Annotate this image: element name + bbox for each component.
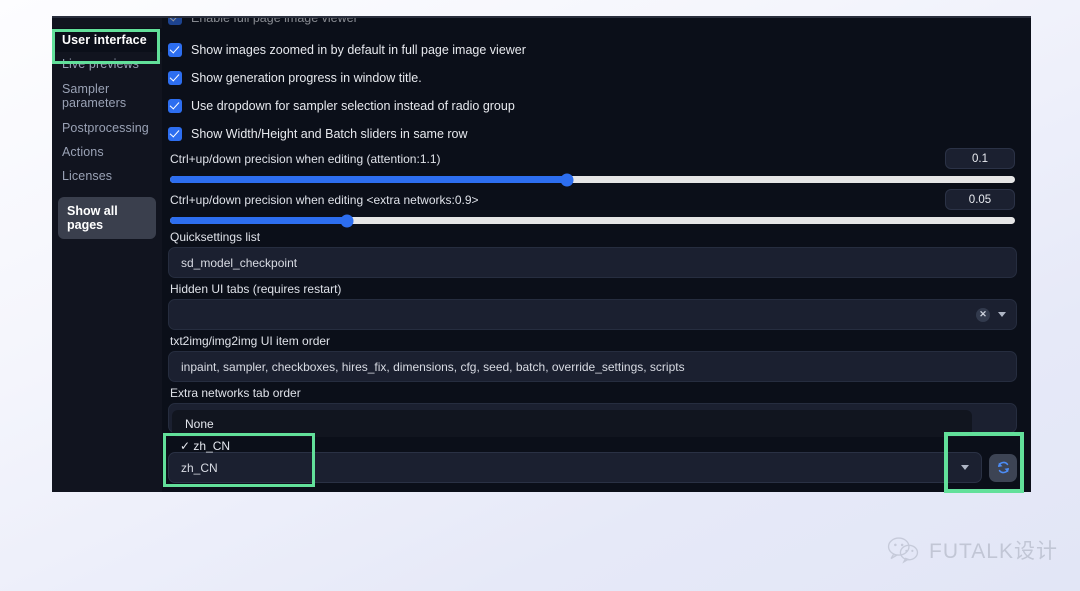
sidebar-item-label: Postprocessing <box>62 120 149 135</box>
show-all-pages-label: Show all pages <box>67 203 118 232</box>
slider-value-input[interactable]: 0.1 <box>945 148 1015 169</box>
slider-value-input[interactable]: 0.05 <box>945 189 1015 210</box>
dropdown-option-label: zh_CN <box>193 439 231 453</box>
extra-networks-label: Extra networks tab order <box>170 386 301 400</box>
watermark: FUTALK设计 <box>886 535 1058 565</box>
sidebar-item-label: Sampler parameters <box>62 81 127 111</box>
checkbox-row-show-width-height-batch[interactable]: Show Width/Height and Batch sliders in s… <box>168 120 1017 148</box>
refresh-icon <box>997 461 1009 474</box>
settings-content: Enable full page image viewer Show image… <box>162 18 1031 492</box>
checkbox-label: Enable full page image viewer <box>191 16 358 25</box>
hidden-ui-tabs-input[interactable]: ✕ <box>168 299 1017 330</box>
quicksettings-input[interactable]: sd_model_checkpoint <box>168 247 1017 278</box>
extra-networks-dropdown-wrap[interactable]: None ✓ zh_CN <box>168 403 1017 453</box>
item-order-value: inpaint, sampler, checkboxes, hires_fix,… <box>181 359 685 374</box>
sidebar-item-label: User interface <box>62 33 147 47</box>
checkbox-row-show-images-zoomed[interactable]: Show images zoomed in by default in full… <box>168 36 1017 64</box>
wechat-icon <box>887 537 919 564</box>
chevron-down-icon[interactable] <box>961 465 969 470</box>
slider-fill <box>170 217 348 224</box>
localization-dropdown-list[interactable]: None <box>172 410 972 437</box>
dropdown-option-label: None <box>185 417 214 431</box>
checkbox-icon[interactable] <box>168 127 182 141</box>
slider-track[interactable] <box>170 214 1015 227</box>
checkbox-label: Show images zoomed in by default in full… <box>191 43 526 57</box>
item-order-input[interactable]: inpaint, sampler, checkboxes, hires_fix,… <box>168 351 1017 382</box>
checkbox-row-show-generation-progress[interactable]: Show generation progress in window title… <box>168 64 1017 92</box>
settings-sidebar: User interface Live previews Sampler par… <box>52 18 162 492</box>
slider-label: Ctrl+up/down precision when editing <ext… <box>170 193 479 207</box>
checkbox-label: Show Width/Height and Batch sliders in s… <box>191 127 468 141</box>
slider-attention-precision[interactable]: Ctrl+up/down precision when editing (att… <box>168 148 1017 186</box>
sidebar-item-label: Actions <box>62 144 104 159</box>
slider-track[interactable] <box>170 173 1015 186</box>
sidebar-item-postprocessing[interactable]: Postprocessing <box>52 116 162 140</box>
slider-extra-networks-precision[interactable]: Ctrl+up/down precision when editing <ext… <box>168 189 1017 227</box>
slider-handle[interactable] <box>560 173 574 186</box>
sidebar-item-label: Live previews <box>62 57 140 72</box>
sidebar-item-actions[interactable]: Actions <box>52 140 162 164</box>
sidebar-item-label: Licenses <box>62 169 113 184</box>
checkbox-label: Use dropdown for sampler selection inste… <box>191 99 515 113</box>
check-icon: ✓ <box>180 439 191 453</box>
localization-selected-value: zh_CN <box>181 460 218 475</box>
sidebar-item-user-interface[interactable]: User interface <box>52 28 162 53</box>
quicksettings-value: sd_model_checkpoint <box>181 255 298 270</box>
checkbox-row-enable-full-page-image-viewer[interactable]: Enable full page image viewer <box>168 16 358 25</box>
slider-label: Ctrl+up/down precision when editing (att… <box>170 152 441 166</box>
sidebar-item-licenses[interactable]: Licenses <box>52 164 162 188</box>
sidebar-item-sampler-parameters[interactable]: Sampler parameters <box>52 77 162 116</box>
hidden-ui-tabs-label: Hidden UI tabs (requires restart) <box>170 282 342 296</box>
settings-panel: User interface Live previews Sampler par… <box>52 16 1031 492</box>
checkbox-label: Show generation progress in window title… <box>191 71 422 85</box>
checkbox-row-use-dropdown-sampler[interactable]: Use dropdown for sampler selection inste… <box>168 92 1017 120</box>
slider-fill <box>170 176 568 183</box>
chevron-down-icon[interactable] <box>998 312 1006 317</box>
quicksettings-label: Quicksettings list <box>170 230 261 244</box>
dropdown-option-none[interactable]: None <box>172 413 972 435</box>
show-all-pages-button[interactable]: Show all pages <box>58 196 156 239</box>
checkbox-icon[interactable] <box>168 71 182 85</box>
checkbox-icon[interactable] <box>168 18 182 25</box>
refresh-button[interactable] <box>989 453 1017 482</box>
sidebar-item-live-previews[interactable]: Live previews <box>52 52 162 76</box>
x-circle-icon[interactable]: ✕ <box>976 307 990 322</box>
watermark-text: FUTALK设计 <box>929 540 1058 563</box>
checkbox-icon[interactable] <box>168 99 182 113</box>
slider-handle[interactable] <box>340 214 354 227</box>
item-order-label: txt2img/img2img UI item order <box>170 334 331 348</box>
checkbox-icon[interactable] <box>168 43 182 57</box>
dropdown-option-zh-cn[interactable]: ✓ zh_CN <box>172 435 312 457</box>
